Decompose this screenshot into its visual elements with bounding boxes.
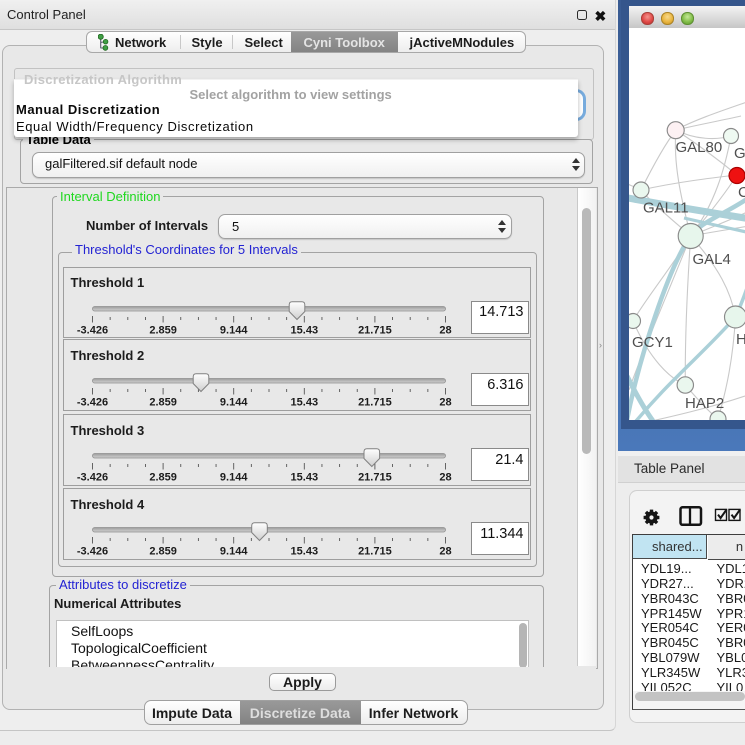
svg-text:21.715: 21.715 xyxy=(358,397,392,409)
svg-text:15.43: 15.43 xyxy=(290,472,318,484)
svg-text:21.715: 21.715 xyxy=(358,546,392,558)
svg-text:28: 28 xyxy=(439,546,451,558)
svg-text:2.859: 2.859 xyxy=(149,397,177,409)
svg-text:28: 28 xyxy=(439,472,451,484)
svg-text:2.859: 2.859 xyxy=(149,324,177,336)
svg-text:21.715: 21.715 xyxy=(358,324,392,336)
svg-text:H: H xyxy=(736,331,745,348)
svg-text:2.859: 2.859 xyxy=(149,472,177,484)
svg-text:15.43: 15.43 xyxy=(290,397,318,409)
svg-text:GAL11: GAL11 xyxy=(643,200,689,217)
svg-text:HAP2: HAP2 xyxy=(685,395,724,412)
svg-text:GAL80: GAL80 xyxy=(676,139,723,156)
svg-text:28: 28 xyxy=(439,324,451,336)
svg-text:-3.426: -3.426 xyxy=(76,397,107,409)
svg-text:2.859: 2.859 xyxy=(149,546,177,558)
svg-text:9.144: 9.144 xyxy=(219,472,247,484)
svg-text:15.43: 15.43 xyxy=(290,546,318,558)
svg-text:9.144: 9.144 xyxy=(219,546,247,558)
svg-text:-3.426: -3.426 xyxy=(76,546,107,558)
svg-text:GA: GA xyxy=(734,145,745,162)
svg-text:GCY1: GCY1 xyxy=(632,334,673,351)
svg-text:-3.426: -3.426 xyxy=(76,324,107,336)
svg-text:-3.426: -3.426 xyxy=(76,472,107,484)
svg-text:21.715: 21.715 xyxy=(358,472,392,484)
svg-text:28: 28 xyxy=(439,397,451,409)
svg-text:15.43: 15.43 xyxy=(290,324,318,336)
svg-text:9.144: 9.144 xyxy=(219,397,247,409)
svg-text:GAL4: GAL4 xyxy=(693,251,731,268)
svg-text:C: C xyxy=(738,184,745,201)
svg-text:9.144: 9.144 xyxy=(219,324,247,336)
